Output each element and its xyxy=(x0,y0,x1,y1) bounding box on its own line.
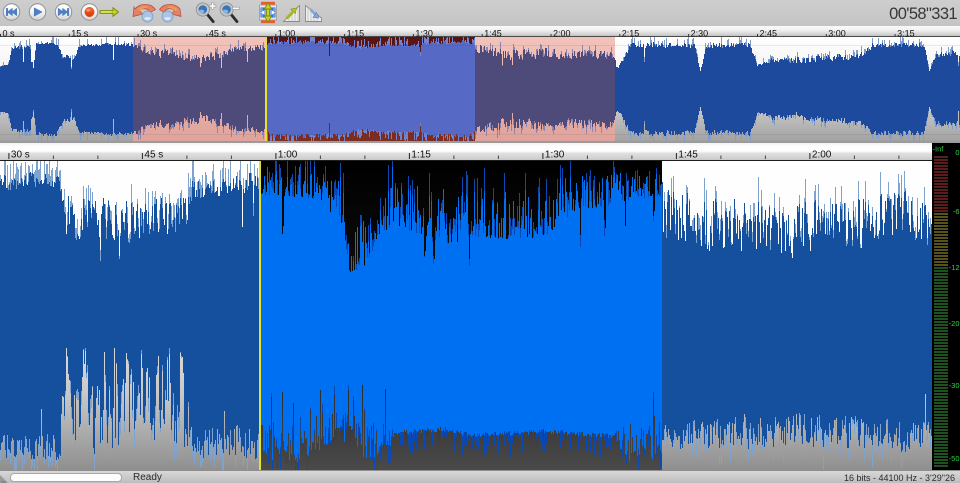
svg-text:2:00: 2:00 xyxy=(812,150,832,160)
svg-text:1:30: 1:30 xyxy=(545,150,565,160)
svg-text:1:45: 1:45 xyxy=(678,150,698,160)
svg-text:0: 0 xyxy=(955,148,959,157)
svg-text:45 s: 45 s xyxy=(144,150,163,160)
svg-text:-6: -6 xyxy=(953,207,960,216)
svg-text:-50: -50 xyxy=(949,454,960,463)
svg-text:-Inf: -Inf xyxy=(933,145,945,154)
svg-text:-30: -30 xyxy=(949,381,960,390)
svg-text:-12: -12 xyxy=(949,263,960,272)
svg-text:-20: -20 xyxy=(949,319,960,328)
svg-text:30 s: 30 s xyxy=(11,150,30,160)
svg-text:1:00: 1:00 xyxy=(278,150,298,160)
svg-text:1:15: 1:15 xyxy=(411,150,431,160)
